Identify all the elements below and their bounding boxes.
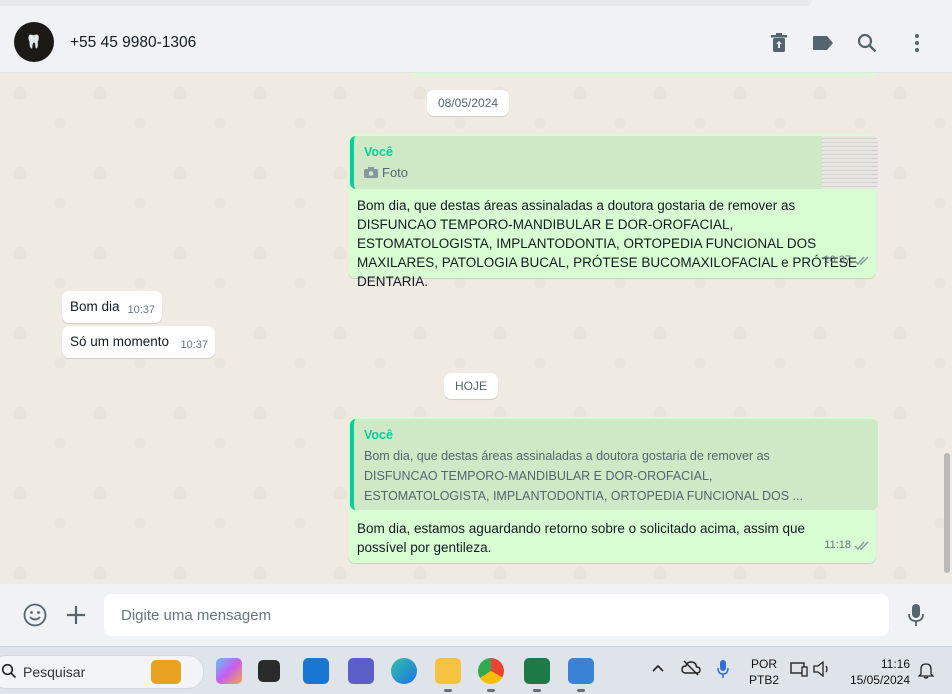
date-divider: 08/05/2024 [427, 90, 510, 116]
incoming-message[interactable]: Bom dia 10:37 [62, 291, 162, 323]
message-time: 11:18 [824, 539, 851, 551]
briefcase-icon[interactable] [151, 660, 181, 684]
message-text: Bom dia, estamos aguardando retorno sobr… [357, 521, 805, 555]
message-text: Bom dia [70, 299, 120, 314]
quoted-message[interactable]: Você Bom dia, que destas áreas assinalad… [350, 419, 878, 510]
notepad-icon[interactable] [568, 658, 594, 692]
message-input[interactable] [104, 594, 861, 636]
message-time: 10:37 [127, 304, 155, 316]
quote-photo-label: Foto [364, 163, 408, 182]
chrome-icon[interactable] [478, 658, 504, 692]
file-explorer-icon[interactable] [435, 658, 461, 692]
network-icon[interactable] [790, 661, 808, 680]
chat-scrollbar[interactable] [944, 453, 950, 573]
browser-top-strip [0, 0, 952, 14]
double-check-icon [854, 541, 869, 550]
clinic-logo-icon: 🦷 [25, 34, 43, 50]
menu-icon[interactable] [906, 32, 928, 54]
message-time: 10:37 [180, 339, 208, 351]
store-icon[interactable] [303, 658, 329, 684]
teams-icon[interactable] [348, 658, 374, 684]
outgoing-message[interactable]: Você Foto Bom dia, que destas áreas assi… [348, 134, 878, 289]
emoji-icon[interactable] [23, 603, 47, 632]
camera-icon [364, 167, 378, 178]
microphone-icon[interactable] [907, 603, 925, 632]
search-label: Pesquisar [23, 664, 86, 680]
quote-text: Bom dia, que destas áreas assinaladas a … [364, 449, 803, 503]
photo-thumbnail[interactable] [822, 136, 878, 189]
edge-icon[interactable] [391, 658, 417, 684]
incoming-message[interactable]: Só um momento 10:37 [62, 326, 215, 358]
composer-bar [0, 584, 952, 646]
double-check-icon [854, 256, 869, 265]
message-text: Só um momento [70, 334, 170, 349]
date-divider: HOJE [444, 373, 499, 399]
delete-chat-icon[interactable] [768, 32, 790, 54]
quote-author: Você [364, 428, 393, 442]
language-code: POR [751, 657, 778, 671]
taskbar-search[interactable]: Pesquisar [0, 655, 204, 689]
quote-author: Você [364, 145, 393, 159]
volume-icon[interactable] [813, 660, 831, 680]
previous-message-edge [412, 73, 877, 76]
browser-address-area [0, 0, 812, 6]
chat-header: 🦷 +55 45 9980-1306 [0, 13, 952, 73]
keyboard-layout: PTB2 [749, 673, 780, 687]
outgoing-message[interactable]: Você Bom dia, que destas áreas assinalad… [348, 417, 878, 563]
excel-icon[interactable] [524, 658, 550, 692]
message-time: 10:37 [823, 254, 851, 266]
show-hidden-icons[interactable] [651, 662, 665, 676]
message-meta: 10:37 [823, 251, 870, 270]
microphone-tray-icon[interactable] [717, 659, 729, 682]
search-icon [1, 663, 17, 679]
quoted-photo[interactable]: Você Foto [350, 136, 878, 189]
message-input-box[interactable] [104, 594, 889, 636]
onedrive-offline-icon[interactable] [681, 660, 701, 679]
clock-time: 11:16 [880, 657, 910, 671]
copilot-icon[interactable] [216, 658, 242, 684]
notifications-bell-icon[interactable] [917, 661, 935, 682]
input-language[interactable]: POR PTB2 [749, 656, 779, 688]
search-icon[interactable] [856, 32, 878, 54]
message-meta: 11:18 [824, 536, 870, 555]
message-text: Bom dia, que destas áreas assinaladas a … [357, 198, 857, 289]
windows-taskbar: Pesquisar POR PTB2 11:16 15/05/2024 [0, 646, 952, 694]
task-view-icon[interactable] [258, 660, 280, 682]
clock-date: 15/05/2024 [849, 673, 910, 687]
label-icon[interactable] [812, 32, 834, 54]
conversation-panel[interactable]: 08/05/2024 Você Foto Bom dia, que destas… [0, 73, 952, 584]
contact-name[interactable]: +55 45 9980-1306 [70, 34, 196, 52]
attach-plus-icon[interactable] [65, 604, 87, 631]
system-clock[interactable]: 11:16 15/05/2024 [845, 656, 910, 688]
contact-avatar[interactable]: 🦷 [14, 22, 54, 62]
